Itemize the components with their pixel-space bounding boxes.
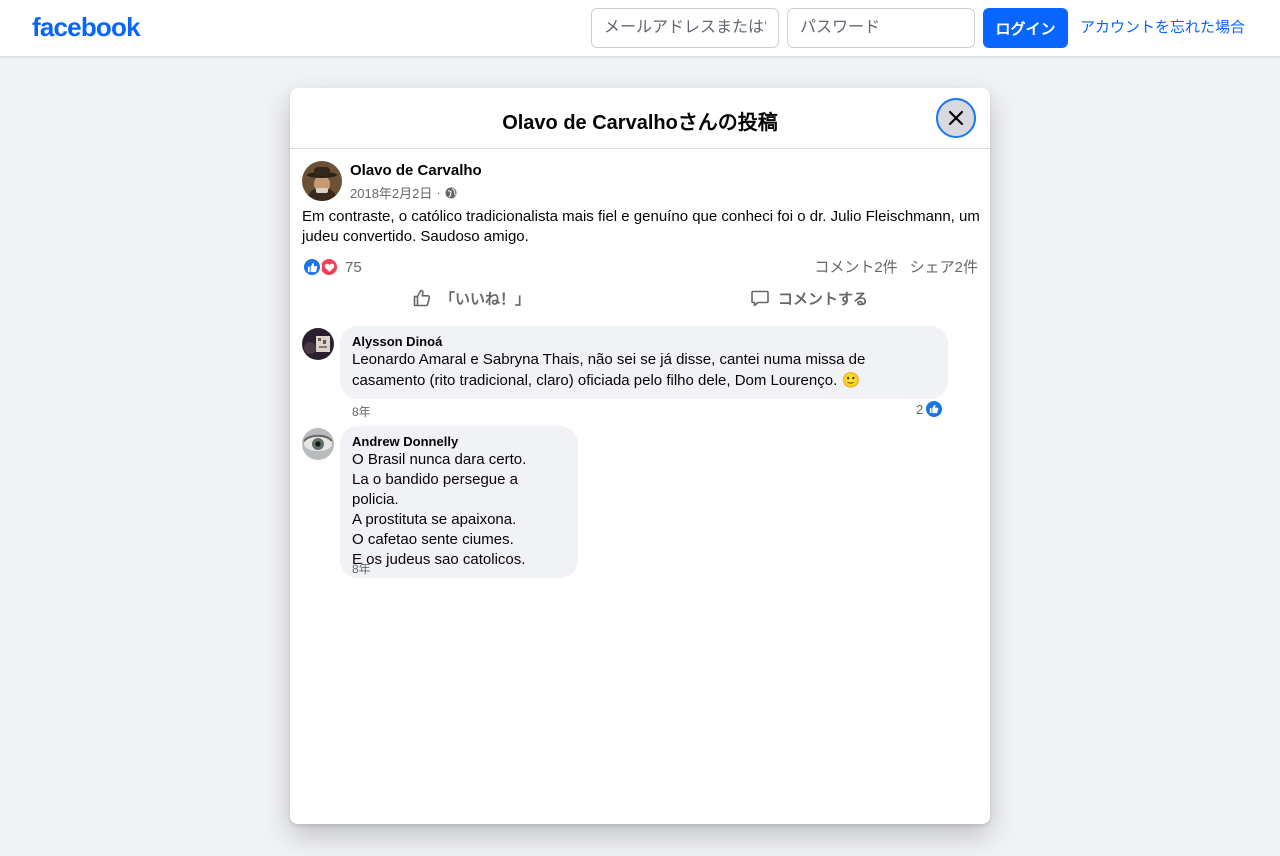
password-input[interactable]	[787, 8, 975, 48]
globe-icon	[445, 187, 457, 198]
post-author-name[interactable]: Olavo de Carvalho	[350, 162, 482, 179]
meta-separator: ·	[436, 185, 441, 200]
comment-like-count: 2	[916, 401, 924, 417]
like-reaction-icon	[302, 257, 322, 277]
comment-line: E os judeus sao catolicos.	[352, 551, 526, 568]
commenter-avatar[interactable]	[302, 428, 334, 460]
dialog-title: Olavo de Carvalhoさんの投稿	[502, 112, 778, 134]
top-bar: facebook ログイン アカウントを忘れた場合	[0, 0, 1280, 56]
dialog-header: Olavo de Carvalhoさんの投稿	[290, 88, 990, 149]
comment-author[interactable]: Alysson Dinoá	[352, 334, 936, 350]
reactions-summary[interactable]: 75	[302, 256, 362, 278]
like-button[interactable]: 「いいね！」	[302, 282, 640, 314]
comment-line: La o bandido persegue a policia.	[352, 471, 518, 508]
comment-time[interactable]: 8年	[352, 403, 371, 420]
comment-icon	[751, 290, 769, 307]
reaction-count: 75	[345, 258, 362, 276]
shares-count-link[interactable]: シェア2件	[910, 256, 978, 277]
comments-count-link[interactable]: コメント2件	[814, 256, 897, 277]
comment-time[interactable]: 8年	[352, 560, 371, 577]
email-input[interactable]	[591, 8, 779, 48]
like-label: 「いいね！」	[439, 290, 530, 308]
comment-line: O Brasil nunca dara certo.	[352, 451, 527, 468]
close-button[interactable]	[936, 98, 976, 138]
comment-text-body: Leonardo Amaral e Sabryna Thais, não sei…	[352, 351, 866, 389]
author-avatar[interactable]	[302, 161, 342, 201]
love-reaction-icon	[319, 257, 339, 277]
comment-bubble: Andrew Donnelly O Brasil nunca dara cert…	[340, 426, 578, 578]
smile-emoji: 🙂	[841, 371, 861, 389]
facebook-logo[interactable]: facebook	[32, 12, 141, 43]
comment-reactions[interactable]: 2	[916, 400, 944, 418]
comment-author[interactable]: Andrew Donnelly	[352, 434, 566, 450]
comment-line: A prostituta se apaixona.	[352, 511, 517, 528]
post-text: Em contraste, o católico tradicionalista…	[302, 208, 980, 245]
close-icon	[948, 110, 964, 126]
commenter-avatar[interactable]	[302, 328, 334, 360]
post-actions: 「いいね！」 コメントする	[302, 282, 978, 314]
post-date[interactable]: 2018年2月2日	[350, 183, 432, 202]
post-meta: 2018年2月2日 ·	[350, 183, 457, 202]
comment-label: コメントする	[777, 290, 868, 308]
comment-button[interactable]: コメントする	[640, 282, 978, 314]
post-dialog: Olavo de Carvalhoさんの投稿 Olavo de Carvalho…	[290, 88, 990, 824]
login-button[interactable]: ログイン	[983, 8, 1068, 48]
thumbs-up-icon	[413, 289, 431, 307]
like-reaction-icon	[925, 400, 944, 418]
post-stats: コメント2件 シェア2件	[814, 256, 978, 277]
comment-text: Leonardo Amaral e Sabryna Thais, não sei…	[352, 350, 936, 391]
forgot-account-link[interactable]: アカウントを忘れた場合	[1080, 16, 1245, 37]
comment-bubble: Alysson Dinoá Leonardo Amaral e Sabryna …	[340, 326, 948, 399]
comment-line: O cafetao sente ciumes.	[352, 531, 514, 548]
